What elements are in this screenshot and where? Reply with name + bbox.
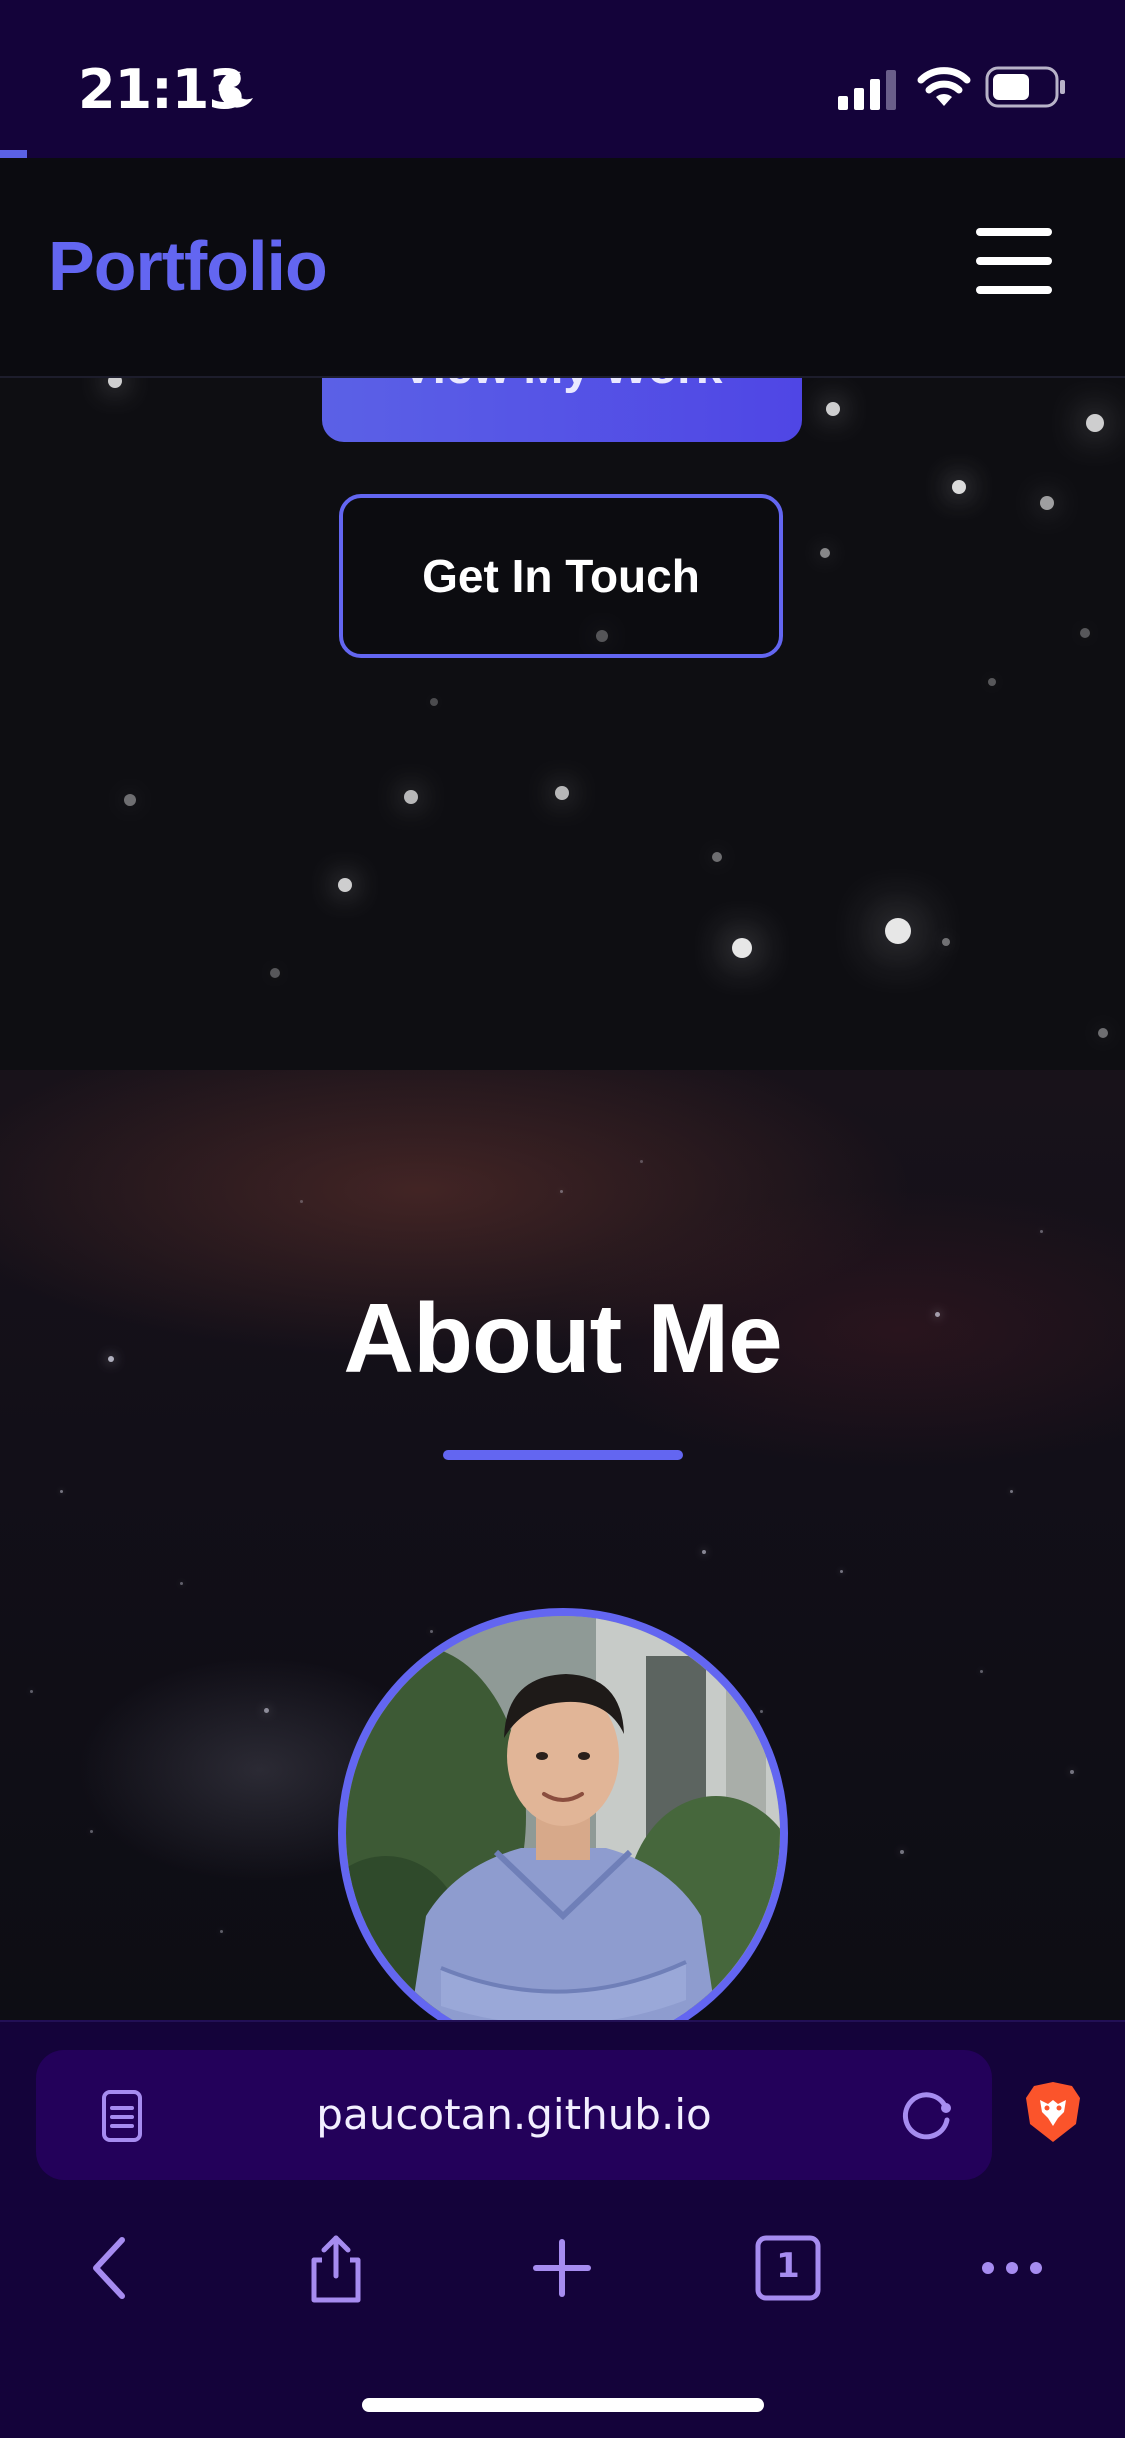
get-in-touch-button[interactable]: Get In Touch <box>339 494 783 658</box>
tab-count: 1 <box>776 2246 800 2286</box>
star <box>430 1630 433 1633</box>
star <box>1040 496 1054 510</box>
star <box>30 1690 33 1693</box>
star <box>338 878 352 892</box>
star <box>900 1850 904 1854</box>
star <box>124 794 136 806</box>
site-header: Portfolio <box>0 158 1125 378</box>
star <box>1080 628 1090 638</box>
more-icon[interactable] <box>974 2230 1050 2306</box>
star <box>560 1190 563 1193</box>
tabs-icon[interactable]: 1 <box>750 2230 826 2306</box>
star <box>1086 414 1104 432</box>
browser-toolbar: paucotan.github.io 1 <box>0 2020 1125 2438</box>
brave-shield-icon[interactable] <box>1024 2080 1082 2144</box>
back-icon[interactable] <box>74 2230 150 2306</box>
star <box>1070 1770 1074 1774</box>
star <box>430 698 438 706</box>
star <box>988 678 996 686</box>
star <box>640 1160 643 1163</box>
about-section: About Me <box>0 1070 1125 2020</box>
signal-icon <box>838 70 896 110</box>
star <box>942 938 950 946</box>
battery-icon <box>985 66 1065 108</box>
star <box>1098 1028 1108 1038</box>
star <box>885 918 911 944</box>
star <box>60 1490 63 1493</box>
star <box>712 852 722 862</box>
scroll-progress-bar <box>0 150 1125 158</box>
star <box>300 1200 303 1203</box>
star <box>555 786 569 800</box>
reload-icon[interactable] <box>898 2086 956 2144</box>
star <box>840 1570 843 1573</box>
moon-icon <box>219 71 253 108</box>
scroll-progress-fill <box>0 150 27 158</box>
star <box>952 480 966 494</box>
profile-photo-illustration <box>346 1616 780 2020</box>
hero-section: View My Work Get In Touch <box>0 378 1125 1070</box>
star <box>404 790 418 804</box>
share-icon[interactable] <box>298 2230 374 2306</box>
brand-logo[interactable]: Portfolio <box>48 226 328 306</box>
star <box>826 402 840 416</box>
new-tab-icon[interactable] <box>524 2230 600 2306</box>
about-title: About Me <box>343 1283 782 1393</box>
profile-photo <box>338 1608 788 2020</box>
url-text[interactable]: paucotan.github.io <box>36 2090 992 2139</box>
star <box>108 378 122 388</box>
address-bar[interactable]: paucotan.github.io <box>36 2050 992 2180</box>
star <box>1040 1230 1043 1233</box>
star <box>264 1708 269 1713</box>
star <box>820 548 830 558</box>
star <box>732 938 752 958</box>
title-underline <box>443 1450 683 1460</box>
wifi-icon <box>917 67 971 106</box>
status-bar: 21:13 <box>0 0 1125 150</box>
star <box>1010 1490 1013 1493</box>
star <box>980 1670 983 1673</box>
view-my-work-button[interactable]: View My Work <box>322 378 802 442</box>
hamburger-menu-icon[interactable] <box>976 228 1052 294</box>
star <box>760 1710 763 1713</box>
home-indicator[interactable] <box>362 2398 764 2412</box>
star <box>90 1830 93 1833</box>
star <box>270 968 280 978</box>
star <box>702 1550 706 1554</box>
star <box>180 1582 183 1585</box>
star <box>220 1930 223 1933</box>
